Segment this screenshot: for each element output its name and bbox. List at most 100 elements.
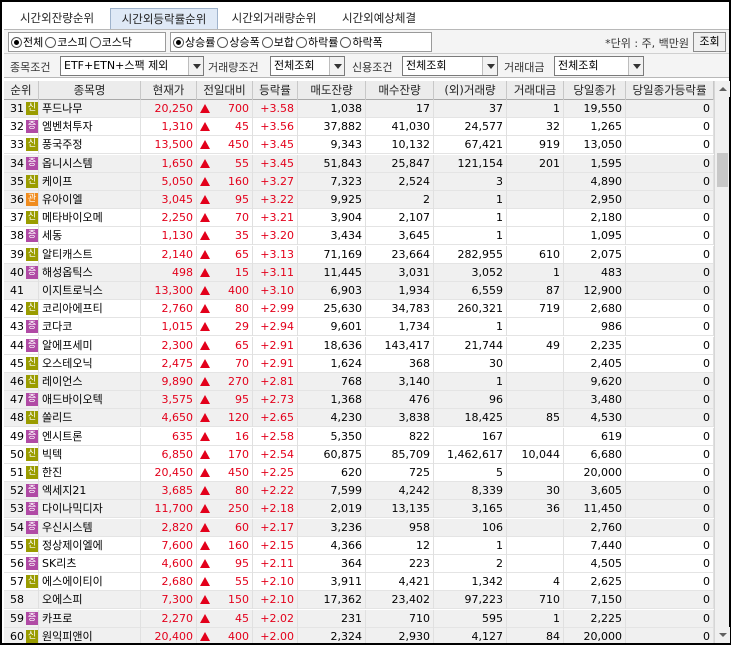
cell-name[interactable]: 해성옵틱스 — [39, 263, 141, 282]
cell-name[interactable]: 이지트로닉스 — [39, 282, 141, 300]
cell-name[interactable]: 케이프 — [39, 172, 141, 191]
cell-name[interactable]: 정상제이엘에 — [39, 536, 141, 555]
cell-name[interactable]: 원익피앤이 — [39, 627, 141, 643]
cell-name[interactable]: 알에프세미 — [39, 336, 141, 355]
table-row[interactable]: 31 신 푸드나무 20,250 700 +3.58 1,038 17 37 1 19,550 0 — [4, 100, 714, 118]
col-ask[interactable]: 매도잔량 — [298, 81, 366, 100]
cell-name[interactable]: 코다코 — [39, 318, 141, 337]
col-close-rate[interactable]: 당일종가등락률 — [626, 81, 714, 100]
cell-change: 60 — [197, 518, 253, 537]
table-row[interactable]: 43 증 코다코 1,015 29 +2.94 9,601 1,734 1 986 0 — [4, 318, 714, 337]
cell-name[interactable]: 한진 — [39, 464, 141, 482]
col-price[interactable]: 현재가 — [141, 81, 197, 100]
cell-name[interactable]: 유아이엘 — [39, 191, 141, 209]
tab-overtime-volume-rank[interactable]: 시간외거래량순위 — [222, 8, 326, 29]
table-row[interactable]: 55 신 정상제이엘에 7,600 160 +2.15 4,366 12 1 7,440 0 — [4, 536, 714, 555]
table-row[interactable]: 40 증 해성옵틱스 498 15 +3.11 11,445 3,031 3,052 1 483 0 — [4, 263, 714, 282]
table-row[interactable]: 36 관 유아이엘 3,045 95 +3.22 9,925 2 1 2,950 0 — [4, 191, 714, 209]
col-amount[interactable]: 거래대금 — [507, 81, 564, 100]
table-row[interactable]: 52 증 엑세지21 3,685 80 +2.22 7,599 4,242 8,339 30 3,6… — [4, 482, 714, 501]
table-row[interactable]: 60 신 원익피앤이 20,400 400 +2.00 2,324 2,930 4,127 84 2… — [4, 627, 714, 643]
col-volume[interactable]: (외)거래량 — [434, 81, 507, 100]
cell-name[interactable]: 메타바이오메 — [39, 209, 141, 228]
tab-overtime-rate-rank[interactable]: 시간외등락률순위 — [110, 8, 218, 29]
radio-kospi[interactable]: 코스피 — [45, 34, 88, 50]
up-triangle-icon — [200, 540, 210, 550]
table-row[interactable]: 49 증 엔시트론 635 16 +2.58 5,350 822 167 619 0 — [4, 427, 714, 446]
table-row[interactable]: 51 신 한진 20,450 450 +2.25 620 725 5 20,000 0 — [4, 464, 714, 482]
table-row[interactable]: 42 신 코리아에프티 2,760 80 +2.99 25,630 34,783 260,321… — [4, 300, 714, 319]
table-row[interactable]: 37 신 메타바이오메 2,250 70 +3.21 3,904 2,107 1 2,180 0 — [4, 209, 714, 228]
cell-name[interactable]: 알티캐스트 — [39, 245, 141, 264]
table-row[interactable]: 59 증 카프로 2,270 45 +2.02 231 710 595 1 2,225 0 — [4, 609, 714, 628]
lookup-button[interactable]: 조회 — [693, 32, 726, 52]
cell-name[interactable]: 카프로 — [39, 609, 141, 628]
table-row[interactable]: 48 신 쏠리드 4,650 120 +2.65 4,230 3,838 18,425 85 4,5… — [4, 409, 714, 428]
radio-flat[interactable]: 보합 — [261, 34, 294, 50]
cell-name[interactable]: 레이언스 — [39, 373, 141, 391]
radio-fall-rate[interactable]: 하락률 — [296, 34, 338, 50]
table-row[interactable]: 39 신 알티캐스트 2,140 65 +3.13 71,169 23,664 282,955 6… — [4, 245, 714, 264]
tab-overtime-expected[interactable]: 시간외예상체결 — [332, 8, 426, 29]
col-change[interactable]: 전일대비 — [197, 81, 253, 100]
table-row[interactable]: 56 증 SK리츠 4,600 95 +2.11 364 223 2 4,505 0 — [4, 555, 714, 573]
table-row[interactable]: 35 신 케이프 5,050 160 +3.27 7,323 2,524 3 4,890 0 — [4, 172, 714, 191]
cell-change: 95 — [197, 391, 253, 410]
col-rate[interactable]: 등락률 — [253, 81, 298, 100]
cell-name[interactable]: 애드바이오텍 — [39, 391, 141, 410]
tab-overtime-remaining-rank[interactable]: 시간외잔량순위 — [10, 8, 104, 29]
cell-name[interactable]: 우신시스템 — [39, 518, 141, 537]
cell-name[interactable]: 옵니시스템 — [39, 154, 141, 173]
radio-kosdaq[interactable]: 코스닥 — [89, 34, 132, 50]
up-triangle-icon — [200, 358, 210, 368]
amount-select[interactable]: 전체조회 — [554, 56, 644, 76]
cell-name[interactable]: 엔시트론 — [39, 427, 141, 446]
table-row[interactable]: 57 신 에스에이티이 2,680 55 +2.10 3,911 4,421 1,342 4 2,6… — [4, 573, 714, 592]
table-row[interactable]: 32 증 엠벤처투자 1,310 45 +3.56 37,882 41,030 24,577 32… — [4, 118, 714, 137]
radio-rise-rate[interactable]: 상승률 — [173, 34, 215, 50]
cell-name[interactable]: SK리츠 — [39, 555, 141, 573]
table-row[interactable]: 41 이지트로닉스 13,300 400 +3.10 6,903 1,934 6,559 87 1… — [4, 282, 714, 300]
scroll-up-icon[interactable] — [715, 81, 730, 97]
table-row[interactable]: 46 신 레이언스 9,890 270 +2.81 768 3,140 1 9,620 0 — [4, 373, 714, 391]
cell-name[interactable]: 엑세지21 — [39, 482, 141, 501]
table-row[interactable]: 38 증 세동 1,130 35 +3.20 3,434 3,645 1 1,095 0 — [4, 227, 714, 246]
table-row[interactable]: 33 신 풍국주정 13,500 450 +3.45 9,343 10,132 67,421 91… — [4, 136, 714, 155]
radio-all[interactable]: 전체 — [11, 34, 43, 50]
cell-name[interactable]: 코리아에프티 — [39, 300, 141, 319]
cell-change: 29 — [197, 318, 253, 337]
cell-name[interactable]: 쏠리드 — [39, 409, 141, 428]
stock-condition-select[interactable]: ETF+ETN+스팩 제외 — [60, 56, 204, 76]
cell-name[interactable]: 빅텍 — [39, 445, 141, 464]
col-close[interactable]: 당일종가 — [564, 81, 626, 100]
cell-name[interactable]: 엠벤처투자 — [39, 118, 141, 137]
vertical-scrollbar[interactable] — [714, 81, 730, 643]
radio-fall-amount[interactable]: 하락폭 — [340, 34, 383, 50]
col-bid[interactable]: 매수잔량 — [366, 81, 434, 100]
table-row[interactable]: 53 증 다이나믹디자 11,700 250 +2.18 2,019 13,135 3,165 3… — [4, 500, 714, 519]
cell-name[interactable]: 푸드나무 — [39, 100, 141, 118]
table-row[interactable]: 47 증 애드바이오텍 3,575 95 +2.73 1,368 476 96 3,480 0 — [4, 391, 714, 410]
col-rank[interactable]: 순위 — [4, 81, 39, 100]
scroll-down-icon[interactable] — [715, 627, 730, 643]
table-row[interactable]: 50 신 빅텍 6,850 170 +2.54 60,875 85,709 1,462,617 1… — [4, 445, 714, 464]
cell-name[interactable]: 오에스피 — [39, 591, 141, 610]
cell-price: 635 — [141, 427, 197, 446]
col-name[interactable]: 종목명 — [39, 81, 141, 100]
cell-name[interactable]: 풍국주정 — [39, 136, 141, 155]
radio-rise-amount[interactable]: 상승폭 — [217, 34, 260, 50]
cell-name[interactable]: 에스에이티이 — [39, 573, 141, 592]
table-row[interactable]: 34 증 옵니시스템 1,650 55 +3.45 51,843 25,847 121,154 2… — [4, 154, 714, 173]
cell-name[interactable]: 세동 — [39, 227, 141, 246]
cell-volume: 1 — [434, 227, 507, 246]
cell-name[interactable]: 오스테오닉 — [39, 354, 141, 373]
scroll-thumb[interactable] — [717, 153, 728, 187]
table-row[interactable]: 44 증 알에프세미 2,300 65 +2.91 18,636 143,417 21,744 4… — [4, 336, 714, 355]
volume-condition-select[interactable]: 전체조회 — [270, 56, 345, 76]
credit-condition-select[interactable]: 전체조회 — [402, 56, 498, 76]
cell-bid: 1,734 — [366, 318, 434, 337]
table-row[interactable]: 58 오에스피 7,300 150 +2.10 17,362 23,402 97,223 710… — [4, 591, 714, 610]
table-row[interactable]: 54 증 우신시스템 2,820 60 +2.17 3,236 958 106 2,760 0 — [4, 518, 714, 537]
table-row[interactable]: 45 신 오스테오닉 2,475 70 +2.91 1,624 368 30 2,405 0 — [4, 354, 714, 373]
cell-name[interactable]: 다이나믹디자 — [39, 500, 141, 519]
